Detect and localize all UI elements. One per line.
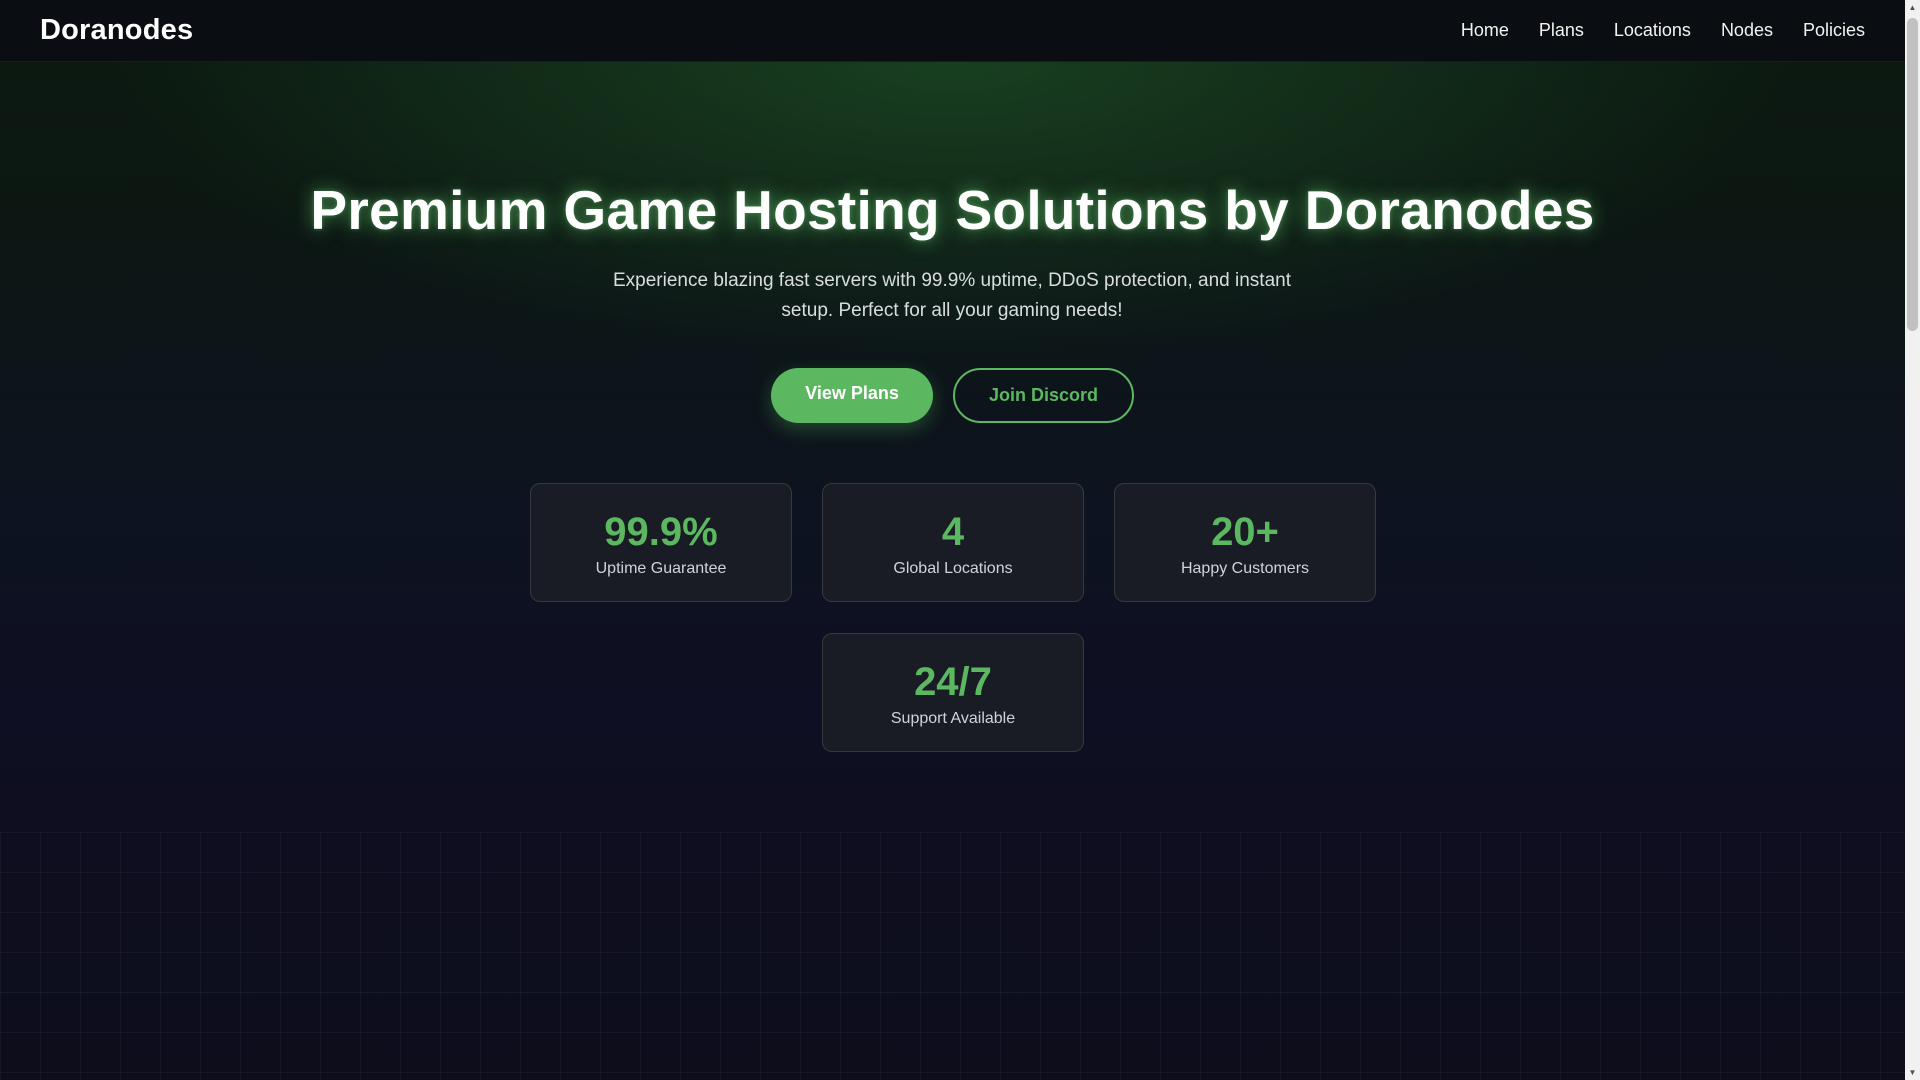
nav-link-plans[interactable]: Plans	[1539, 20, 1584, 41]
nav-link-locations[interactable]: Locations	[1614, 20, 1691, 41]
join-discord-button[interactable]: Join Discord	[953, 368, 1134, 423]
hero-subtitle: Experience blazing fast servers with 99.…	[612, 270, 1292, 321]
background-grid	[0, 832, 1905, 1080]
stat-value: 20+	[1211, 510, 1279, 554]
stat-card-uptime: 99.9% Uptime Guarantee	[530, 483, 792, 602]
scroll-up-icon[interactable]: ▲	[1905, 0, 1920, 15]
scroll-down-icon[interactable]: ▼	[1905, 1065, 1920, 1080]
stat-card-locations: 4 Global Locations	[822, 483, 1084, 602]
nav-link-policies[interactable]: Policies	[1803, 20, 1865, 41]
stat-value: 4	[941, 510, 965, 554]
stat-label: Uptime Guarantee	[595, 560, 727, 577]
navbar: Doranodes Home Plans Locations Nodes Pol…	[0, 0, 1905, 62]
hero-title: Premium Game Hosting Solutions by Dorano…	[310, 179, 1595, 241]
view-plans-button[interactable]: View Plans	[771, 368, 933, 423]
nav-link-nodes[interactable]: Nodes	[1721, 20, 1773, 41]
stat-card-customers: 20+ Happy Customers	[1114, 483, 1376, 602]
vertical-scrollbar[interactable]: ▲ ▼	[1905, 0, 1920, 1080]
nav-links: Home Plans Locations Nodes Policies	[1431, 20, 1865, 41]
stat-label: Global Locations	[893, 560, 1013, 577]
nav-link-home[interactable]: Home	[1461, 20, 1509, 41]
page: Doranodes Home Plans Locations Nodes Pol…	[0, 0, 1905, 1080]
stat-card-support: 24/7 Support Available	[822, 633, 1084, 752]
stat-label: Support Available	[890, 710, 1016, 727]
stat-label: Happy Customers	[1180, 560, 1310, 577]
brand-logo[interactable]: Doranodes	[40, 14, 193, 47]
stat-value: 24/7	[914, 660, 992, 704]
stat-value: 99.9%	[604, 510, 718, 554]
scrollbar-thumb[interactable]	[1907, 18, 1918, 331]
